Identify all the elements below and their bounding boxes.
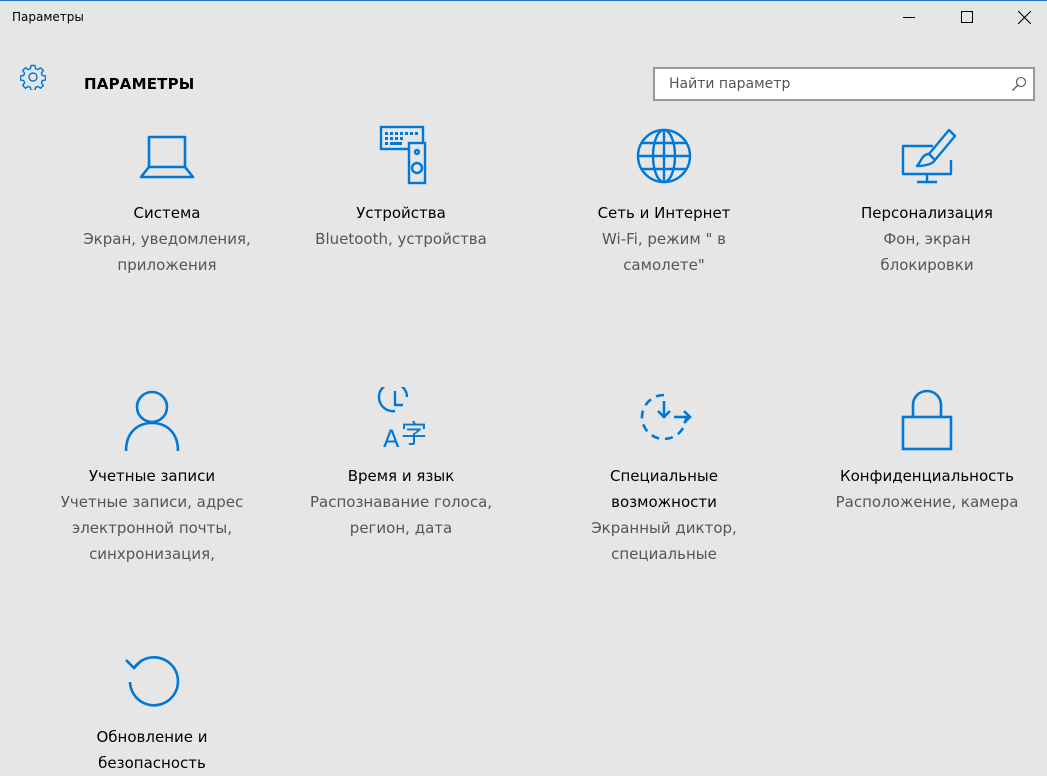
laptop-icon — [139, 135, 195, 179]
globe-icon — [636, 128, 692, 184]
tile-description: Экран, уведомления, приложения — [83, 230, 251, 274]
svg-text:字: 字 — [401, 420, 427, 450]
tile-description: Bluetooth, устройства — [315, 230, 487, 248]
tile-name: Сеть и Интернет — [597, 204, 731, 222]
page-title: ПАРАМЕТРЫ — [84, 75, 195, 93]
update-icon — [125, 655, 180, 707]
ease-of-access-icon — [640, 393, 692, 441]
svg-text:A: A — [383, 425, 400, 451]
tile-description: Учетные записи, адрес электронной почты,… — [60, 493, 244, 563]
gear-icon — [20, 64, 46, 90]
devices-icon — [379, 125, 427, 185]
tile-description: Wi-Fi, режим " в самолете" — [602, 230, 726, 274]
tile-name: Специальные возможности — [610, 467, 718, 511]
minimize-icon — [903, 17, 915, 18]
tile-name: Время и язык — [347, 467, 455, 485]
search-input[interactable] — [655, 69, 1009, 99]
person-icon — [124, 390, 180, 451]
window-title: Параметры — [12, 10, 84, 24]
time-language-icon: A 字 — [377, 387, 427, 451]
tile-update-security[interactable]: Обновление и безопасность — [17, 648, 287, 776]
tile-name: Система — [133, 204, 201, 222]
tile-name: Обновление и безопасность — [96, 728, 208, 772]
tile-privacy[interactable]: Конфиденциальность Расположение, камера — [807, 387, 1047, 515]
tile-name: Учетные записи — [88, 467, 216, 485]
search-icon[interactable] — [1011, 76, 1027, 92]
tile-accounts[interactable]: Учетные записи Учетные записи, адрес эле… — [17, 387, 287, 567]
tile-name: Устройства — [356, 204, 446, 222]
tile-name: Персонализация — [861, 204, 993, 222]
title-bar[interactable]: Параметры — [0, 1, 1047, 32]
maximize-button[interactable] — [944, 2, 990, 32]
tile-devices[interactable]: Устройства Bluetooth, устройства — [281, 124, 521, 252]
tile-system[interactable]: Система Экран, уведомления, приложения — [47, 124, 287, 278]
tile-personalization[interactable]: Персонализация Фон, экран блокировки — [807, 124, 1047, 278]
tile-ease-of-access[interactable]: Специальные возможности Экранный диктор,… — [544, 387, 784, 567]
tile-time-language[interactable]: A 字 Время и язык Распознавание голоса, р… — [281, 387, 521, 541]
minimize-button[interactable] — [886, 2, 932, 32]
lock-icon — [901, 389, 953, 451]
tile-description: Расположение, камера — [835, 493, 1019, 511]
close-button[interactable] — [1001, 2, 1047, 32]
personalization-icon — [901, 128, 957, 184]
close-icon — [1017, 10, 1031, 24]
tile-description: Экранный диктор, специальные — [591, 519, 737, 563]
tile-description: Распознавание голоса, регион, дата — [309, 493, 493, 537]
tile-network[interactable]: Сеть и Интернет Wi-Fi, режим " в самолет… — [544, 124, 784, 278]
tile-name: Конфиденциальность — [839, 467, 1014, 485]
tile-description: Фон, экран блокировки — [880, 230, 974, 274]
maximize-icon — [961, 11, 973, 23]
search-box[interactable] — [653, 67, 1035, 101]
